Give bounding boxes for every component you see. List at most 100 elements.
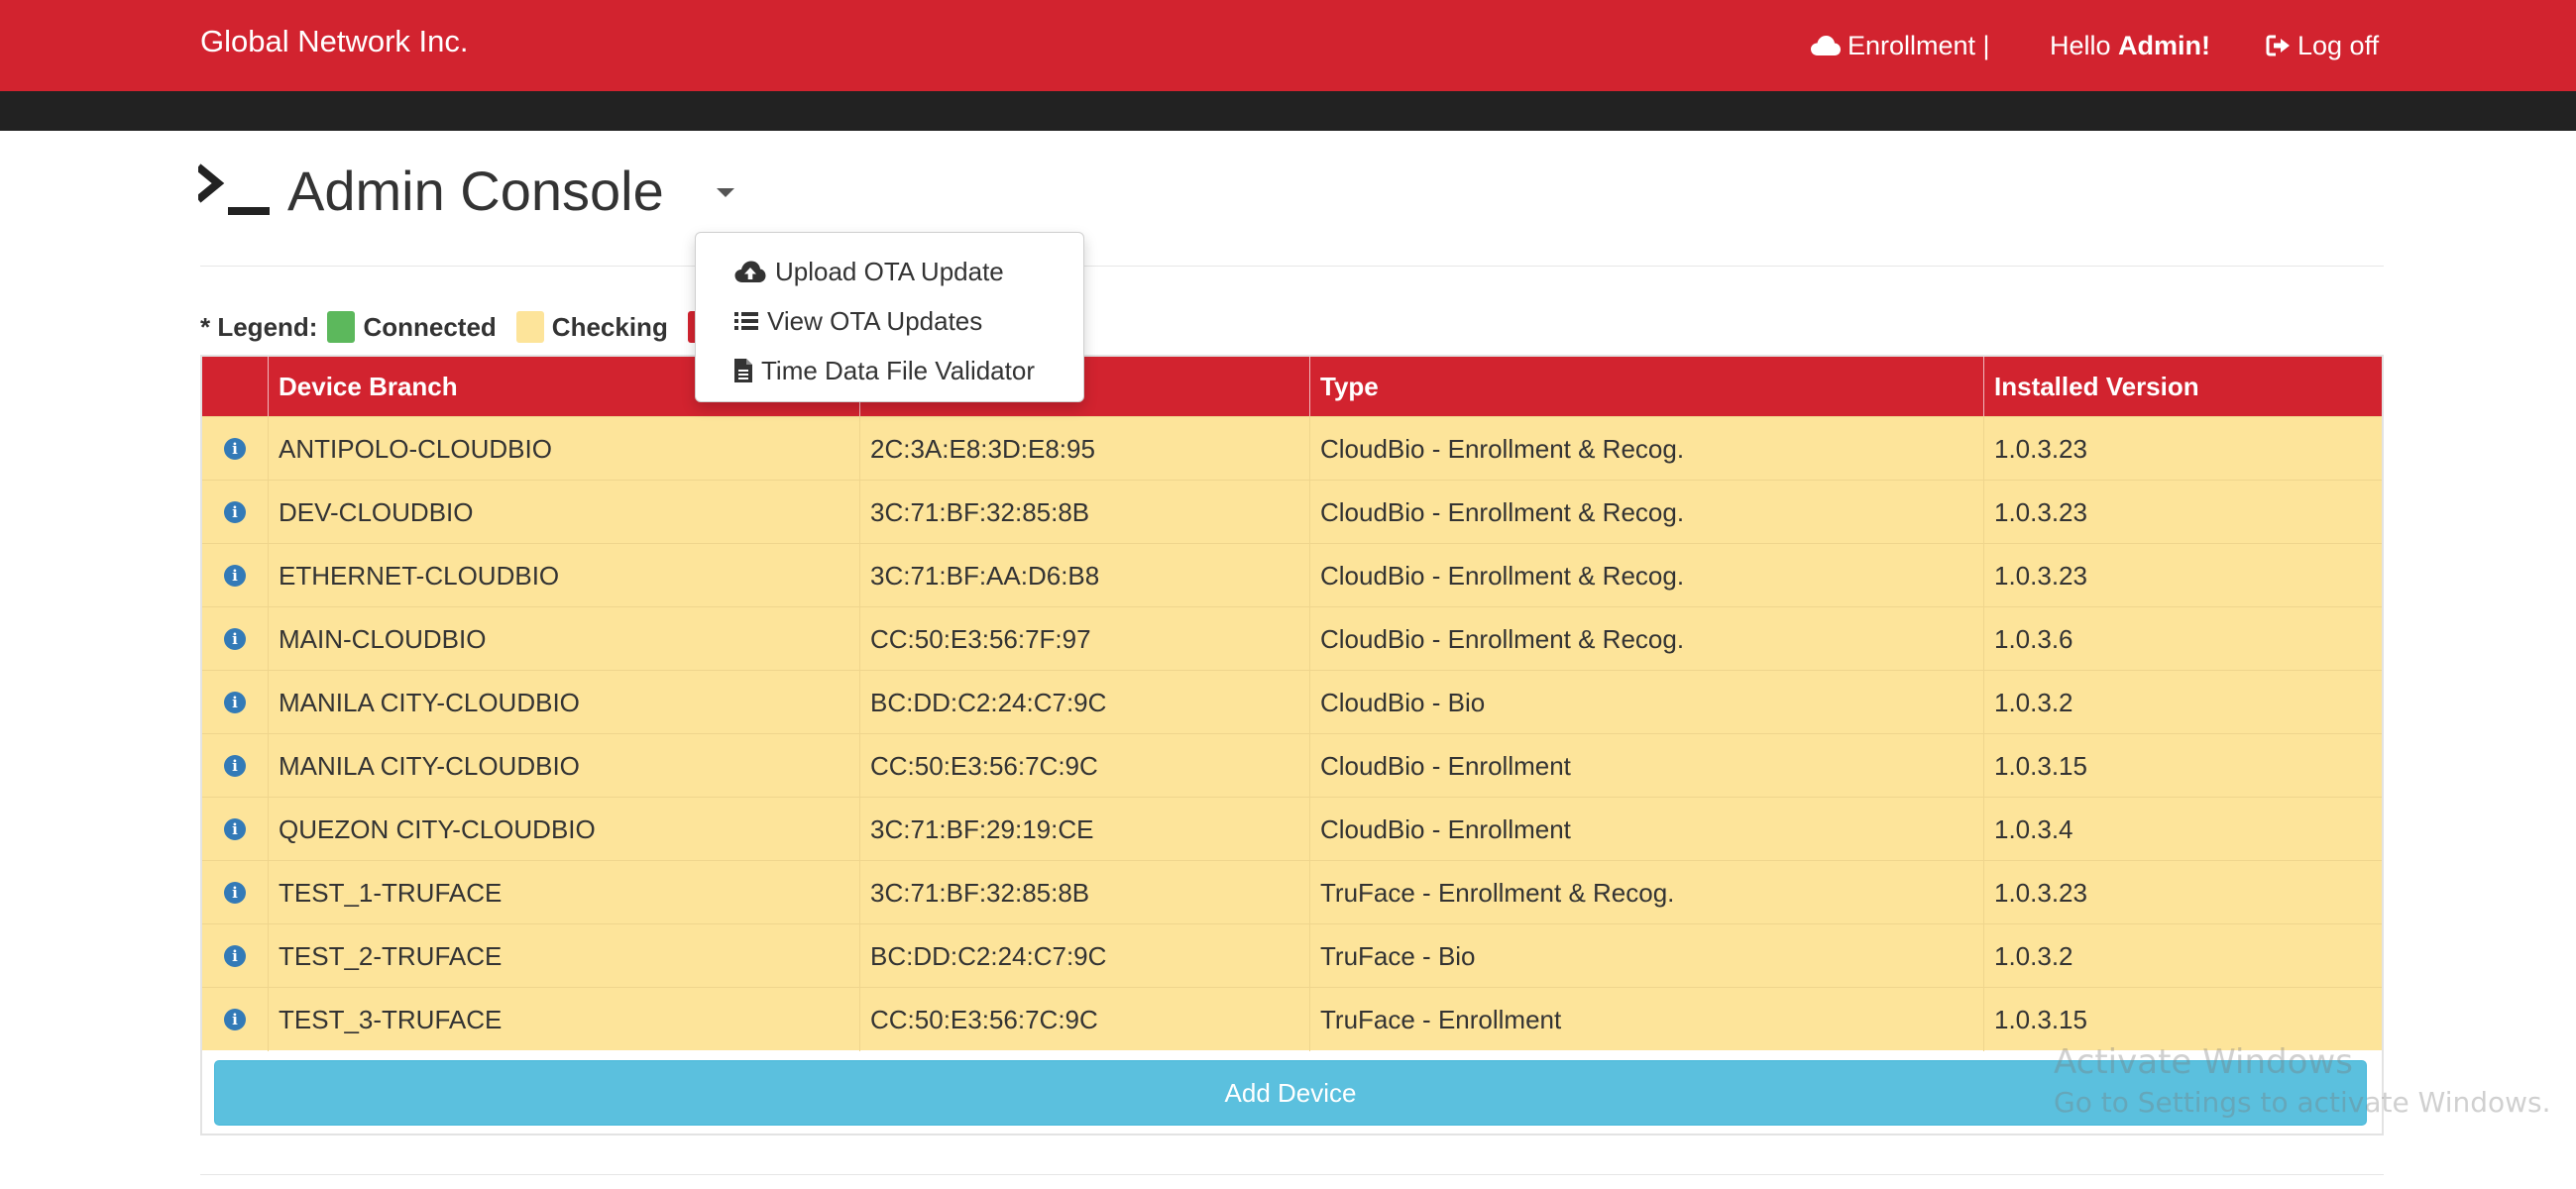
info-icon[interactable]: i (224, 1009, 246, 1030)
info-icon[interactable]: i (224, 501, 246, 523)
table-row[interactable]: i TEST_3-TRUFACE CC:50:E3:56:7C:9C TruFace … (202, 987, 2382, 1051)
device-type-cell: CloudBio - Enrollment & Recog. (1309, 417, 1983, 481)
device-branch-cell: MAIN-CLOUDBIO (268, 607, 859, 671)
info-cell: i (202, 734, 268, 798)
divider-top (200, 266, 2384, 267)
device-branch-cell: TEST_2-TRUFACE (268, 924, 859, 988)
console-menu-toggle[interactable] (717, 188, 734, 197)
menu-item-view-ota[interactable]: View OTA Updates (696, 296, 1083, 346)
mac-address-cell: BC:DD:C2:24:C7:9C (859, 924, 1309, 988)
menu-item-label: View OTA Updates (767, 305, 983, 336)
watermark-line-2: Go to Settings to activate Windows. (2054, 1086, 2551, 1119)
info-icon[interactable]: i (224, 882, 246, 904)
console-dropdown-menu: Upload OTA Update View OTA Updates Time … (695, 232, 1084, 402)
secondary-bar (0, 91, 2576, 131)
cloud-upload-icon (733, 260, 767, 283)
installed-version-cell: 1.0.3.23 (1983, 544, 2382, 607)
info-cell: i (202, 988, 268, 1051)
table-row[interactable]: i MANILA CITY-CLOUDBIO CC:50:E3:56:7C:9C Cl… (202, 733, 2382, 798)
info-icon[interactable]: i (224, 818, 246, 840)
top-navbar: Global Network Inc. Enrollment | Hello A… (0, 0, 2576, 91)
info-cell: i (202, 481, 268, 544)
device-type-cell: TruFace - Bio (1309, 924, 1983, 988)
mac-address-cell: 2C:3A:E8:3D:E8:95 (859, 417, 1309, 481)
info-cell: i (202, 607, 268, 671)
device-type-cell: TruFace - Enrollment (1309, 988, 1983, 1051)
mac-address-cell: 3C:71:BF:AA:D6:B8 (859, 544, 1309, 607)
table-row[interactable]: i DEV-CLOUDBIO 3C:71:BF:32:85:8B CloudBio -… (202, 480, 2382, 544)
logoff-label: Log off (2297, 30, 2380, 60)
legend-label-checking: Checking (551, 311, 668, 342)
mac-address-cell: BC:DD:C2:24:C7:9C (859, 671, 1309, 734)
device-branch-cell: ETHERNET-CLOUDBIO (268, 544, 859, 607)
info-cell: i (202, 671, 268, 734)
logoff-link[interactable]: Log off (2266, 26, 2379, 65)
device-type-cell: CloudBio - Enrollment & Recog. (1309, 481, 1983, 544)
table-row[interactable]: i ETHERNET-CLOUDBIO 3C:71:BF:AA:D6:B8 Cloud… (202, 543, 2382, 607)
windows-activation-watermark: Activate Windows Go to Settings to activ… (2054, 1042, 2551, 1119)
page-title: Admin Console (287, 160, 664, 222)
installed-version-cell: 1.0.3.23 (1983, 417, 2382, 481)
menu-item-time-data-validator[interactable]: Time Data File Validator (696, 346, 1083, 395)
mac-address-cell: 3C:71:BF:29:19:CE (859, 798, 1309, 861)
device-type-cell: CloudBio - Bio (1309, 671, 1983, 734)
info-cell: i (202, 924, 268, 988)
installed-version-cell: 1.0.3.15 (1983, 734, 2382, 798)
installed-version-cell: 1.0.3.6 (1983, 607, 2382, 671)
device-branch-cell: MANILA CITY-CLOUDBIO (268, 734, 859, 798)
menu-item-upload-ota[interactable]: Upload OTA Update (696, 247, 1083, 296)
mac-address-cell: 3C:71:BF:32:85:8B (859, 861, 1309, 924)
mac-address-cell: CC:50:E3:56:7C:9C (859, 988, 1309, 1051)
device-type-cell: CloudBio - Enrollment (1309, 734, 1983, 798)
info-icon[interactable]: i (224, 628, 246, 650)
info-icon[interactable]: i (224, 945, 246, 967)
add-device-button[interactable]: Add Device (214, 1060, 2367, 1126)
device-type-cell: CloudBio - Enrollment & Recog. (1309, 544, 1983, 607)
device-type-cell: TruFace - Enrollment & Recog. (1309, 861, 1983, 924)
page-header: Admin Console (198, 157, 664, 226)
device-branch-cell: DEV-CLOUDBIO (268, 481, 859, 544)
user-greeting[interactable]: Hello Admin! (2050, 26, 2210, 65)
legend-label-connected: Connected (363, 311, 497, 342)
file-icon (733, 358, 753, 383)
enrollment-link[interactable]: Enrollment | (1810, 26, 1990, 65)
device-branch-cell: QUEZON CITY-CLOUDBIO (268, 798, 859, 861)
info-cell: i (202, 798, 268, 861)
menu-item-label: Upload OTA Update (775, 256, 1004, 286)
terminal-icon (198, 163, 270, 215)
table-row[interactable]: i TEST_1-TRUFACE 3C:71:BF:32:85:8B TruFace … (202, 860, 2382, 924)
mac-address-cell: 3C:71:BF:32:85:8B (859, 481, 1309, 544)
device-branch-cell: TEST_1-TRUFACE (268, 861, 859, 924)
legend-swatch-connected (327, 311, 356, 343)
device-type-cell: CloudBio - Enrollment (1309, 798, 1983, 861)
table-header: Device Branch Type Installed Version (202, 357, 2382, 416)
greeting-username: Admin! (2118, 30, 2211, 60)
greeting-prefix: Hello (2050, 30, 2119, 60)
info-icon[interactable]: i (224, 565, 246, 587)
info-icon[interactable]: i (224, 438, 246, 460)
info-icon[interactable]: i (224, 692, 246, 713)
divider-bottom (200, 1174, 2384, 1175)
header-info-column (202, 357, 268, 416)
installed-version-cell: 1.0.3.2 (1983, 671, 2382, 734)
cloud-icon (1810, 35, 1842, 56)
table-row[interactable]: i MANILA CITY-CLOUDBIO BC:DD:C2:24:C7:9C Cl… (202, 670, 2382, 734)
mac-address-cell: CC:50:E3:56:7F:97 (859, 607, 1309, 671)
header-type[interactable]: Type (1309, 357, 1983, 416)
table-row[interactable]: i ANTIPOLO-CLOUDBIO 2C:3A:E8:3D:E8:95 Cloud… (202, 416, 2382, 481)
installed-version-cell: 1.0.3.23 (1983, 861, 2382, 924)
enrollment-label: Enrollment | (1848, 30, 1990, 60)
table-row[interactable]: i TEST_2-TRUFACE BC:DD:C2:24:C7:9C TruFace … (202, 923, 2382, 988)
info-icon[interactable]: i (224, 755, 246, 777)
brand-link[interactable]: Global Network Inc. (200, 24, 469, 59)
menu-item-label: Time Data File Validator (761, 355, 1035, 385)
table-row[interactable]: i QUEZON CITY-CLOUDBIO 3C:71:BF:29:19:CE Cl… (202, 797, 2382, 861)
info-cell: i (202, 544, 268, 607)
installed-version-cell: 1.0.3.2 (1983, 924, 2382, 988)
watermark-line-1: Activate Windows (2054, 1042, 2353, 1082)
header-installed-version[interactable]: Installed Version (1983, 357, 2382, 416)
legend-prefix: * Legend: (200, 311, 318, 342)
installed-version-cell: 1.0.3.23 (1983, 481, 2382, 544)
table-row[interactable]: i MAIN-CLOUDBIO CC:50:E3:56:7F:97 CloudBio … (202, 606, 2382, 671)
device-branch-cell: ANTIPOLO-CLOUDBIO (268, 417, 859, 481)
